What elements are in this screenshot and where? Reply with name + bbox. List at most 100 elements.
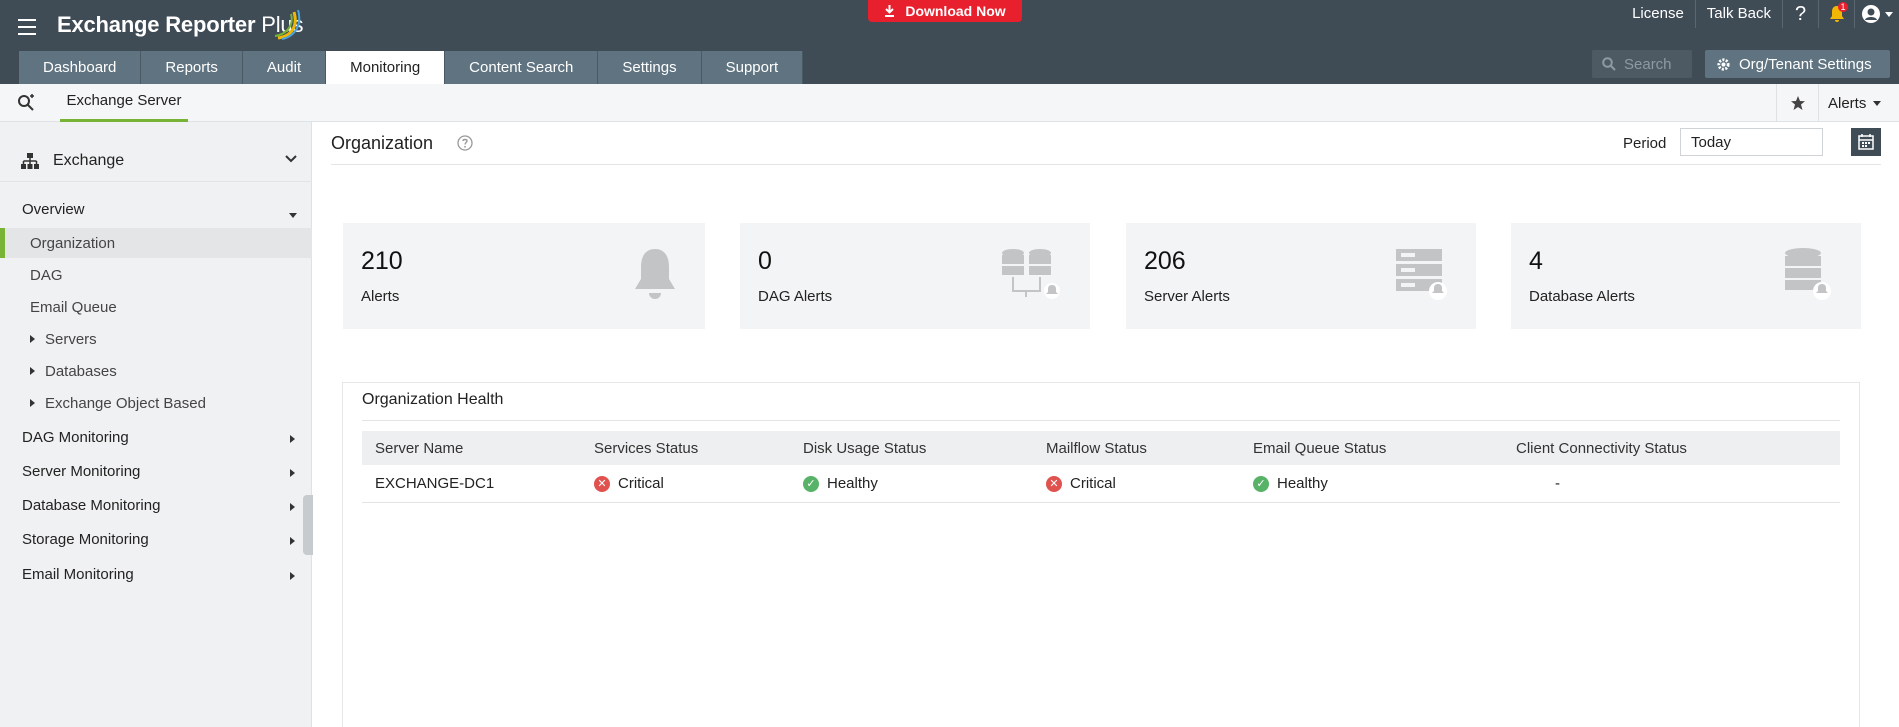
sidebar-collapse-handle[interactable] — [303, 495, 313, 555]
tab-audit[interactable]: Audit — [242, 51, 327, 84]
search-input[interactable] — [1624, 55, 1688, 73]
database-alert-icon — [1785, 248, 1831, 300]
dag-alert-icon — [1002, 249, 1060, 299]
status-text: Healthy — [1277, 475, 1328, 492]
hamburger-menu-icon[interactable] — [18, 19, 36, 35]
sidebar-item-dag-monitoring[interactable]: DAG Monitoring — [0, 422, 312, 452]
sidebar-item-servers[interactable]: Servers — [0, 324, 312, 354]
talk-back-link[interactable]: Talk Back — [1696, 0, 1783, 28]
user-avatar-icon — [1862, 5, 1880, 23]
sidebar-item-label: Overview — [22, 200, 85, 218]
table-row[interactable]: EXCHANGE-DC1 ✕ Critical ✓ Healthy ✕ Crit… — [362, 465, 1840, 503]
sidebar-item-server-monitoring[interactable]: Server Monitoring — [0, 456, 312, 486]
alerts-card[interactable]: 210 Alerts — [343, 223, 705, 329]
caret-right-icon — [30, 367, 35, 375]
sidebar-item-label: Email Monitoring — [22, 565, 134, 583]
license-link[interactable]: License — [1621, 0, 1696, 28]
help-circle-icon[interactable] — [457, 135, 473, 151]
sidebar-item-label: Servers — [45, 330, 97, 348]
period-input[interactable] — [1680, 128, 1823, 156]
server-alerts-count: 206 — [1144, 247, 1186, 275]
sidebar-item-databases[interactable]: Databases — [0, 356, 312, 386]
tab-monitoring[interactable]: Monitoring — [326, 51, 446, 84]
sidebar-item-label: Server Monitoring — [22, 462, 141, 480]
caret-down-icon — [289, 213, 297, 218]
top-links: License Talk Back ? 1 — [1621, 0, 1899, 28]
sidebar-item-exchange-object-based[interactable]: Exchange Object Based — [0, 388, 312, 418]
alerts-menu[interactable]: Alerts — [1818, 84, 1899, 122]
server-name-cell[interactable]: EXCHANGE-DC1 — [375, 465, 494, 502]
gear-icon — [1717, 57, 1730, 71]
alerts-label: Alerts — [361, 288, 400, 305]
download-now-label: Download Now — [905, 3, 1006, 19]
column-header[interactable]: Client Connectivity Status — [1516, 431, 1687, 465]
status-text: Critical — [1070, 475, 1116, 492]
sidebar-item-label: DAG Monitoring — [22, 428, 129, 446]
sidebar-item-label: Exchange Object Based — [45, 394, 206, 412]
sidebar-section-exchange[interactable]: Exchange — [0, 140, 312, 182]
caret-right-icon — [290, 503, 295, 511]
search-settings-icon[interactable] — [17, 94, 35, 112]
dag-alerts-card[interactable]: 0 DAG Alerts — [740, 223, 1090, 329]
column-header[interactable]: Email Queue Status — [1253, 431, 1386, 465]
period-label: Period — [1623, 135, 1667, 152]
dag-alerts-label: DAG Alerts — [758, 288, 833, 305]
help-button[interactable]: ? — [1783, 0, 1819, 28]
chevron-down-icon — [285, 155, 297, 163]
sidebar-item-organization[interactable]: Organization — [0, 228, 312, 258]
mailflow-status-cell: ✕ Critical — [1046, 465, 1116, 502]
healthy-check-icon: ✓ — [803, 475, 819, 492]
tab-support[interactable]: Support — [701, 51, 804, 84]
organization-health-table: Server Name Services Status Disk Usage S… — [362, 431, 1840, 503]
sidebar-item-database-monitoring[interactable]: Database Monitoring — [0, 490, 312, 520]
organization-health-panel: Organization Health Server Name Services… — [342, 382, 1860, 727]
sidebar-item-email-monitoring[interactable]: Email Monitoring — [0, 559, 312, 589]
star-icon — [1790, 96, 1805, 110]
email-queue-status-cell: ✓ Healthy — [1253, 465, 1328, 502]
sidebar-item-email-queue[interactable]: Email Queue — [0, 292, 312, 322]
sidebar-item-label: Email Queue — [30, 298, 117, 316]
title-divider — [331, 164, 1881, 165]
favorite-button[interactable] — [1776, 84, 1818, 122]
status-text: Critical — [618, 475, 664, 492]
table-header-row: Server Name Services Status Disk Usage S… — [362, 431, 1840, 465]
sidebar-item-overview[interactable]: Overview — [0, 194, 312, 224]
subtab-exchange-server[interactable]: Exchange Server — [60, 84, 188, 122]
column-header[interactable]: Mailflow Status — [1046, 431, 1147, 465]
server-alerts-card[interactable]: 206 Server Alerts — [1126, 223, 1476, 329]
calendar-button[interactable] — [1851, 128, 1881, 156]
notifications-button[interactable]: 1 — [1819, 0, 1855, 28]
status-text: Healthy — [827, 475, 878, 492]
column-header[interactable]: Services Status — [594, 431, 698, 465]
notification-count-badge: 1 — [1838, 2, 1848, 12]
sidebar-item-dag[interactable]: DAG — [0, 260, 312, 290]
organization-health-title: Organization Health — [362, 391, 504, 408]
sub-navigation: Exchange Server Alerts — [0, 84, 1899, 122]
tab-reports[interactable]: Reports — [141, 51, 243, 84]
app-logo-name: Exchange Reporter — [57, 12, 256, 37]
critical-icon: ✕ — [1046, 475, 1062, 492]
alerts-chevron-down-icon — [1873, 100, 1882, 106]
column-header[interactable]: Disk Usage Status — [803, 431, 926, 465]
app-logo[interactable]: Exchange Reporter Plus — [57, 12, 303, 38]
disk-usage-status-cell: ✓ Healthy — [803, 465, 878, 502]
caret-right-icon — [290, 572, 295, 580]
database-alerts-card[interactable]: 4 Database Alerts — [1511, 223, 1861, 329]
tab-dashboard[interactable]: Dashboard — [19, 51, 142, 84]
tab-content-search[interactable]: Content Search — [445, 51, 599, 84]
search-icon — [1602, 57, 1616, 71]
critical-icon: ✕ — [594, 475, 610, 492]
logo-swirl-icon — [274, 9, 301, 40]
org-tenant-settings-button[interactable]: Org/Tenant Settings — [1705, 50, 1890, 78]
download-now-button[interactable]: Download Now — [868, 0, 1022, 22]
tab-settings[interactable]: Settings — [598, 51, 702, 84]
download-icon — [885, 5, 895, 17]
user-menu-button[interactable] — [1855, 0, 1899, 28]
column-header[interactable]: Server Name — [375, 431, 463, 465]
server-alerts-label: Server Alerts — [1144, 288, 1230, 305]
services-status-cell: ✕ Critical — [594, 465, 664, 502]
sidebar-item-label: Database Monitoring — [22, 496, 161, 514]
sidebar-item-label: Organization — [30, 234, 116, 252]
sidebar: Exchange Overview Organization DAG Email… — [0, 122, 313, 727]
sidebar-item-storage-monitoring[interactable]: Storage Monitoring — [0, 524, 312, 554]
